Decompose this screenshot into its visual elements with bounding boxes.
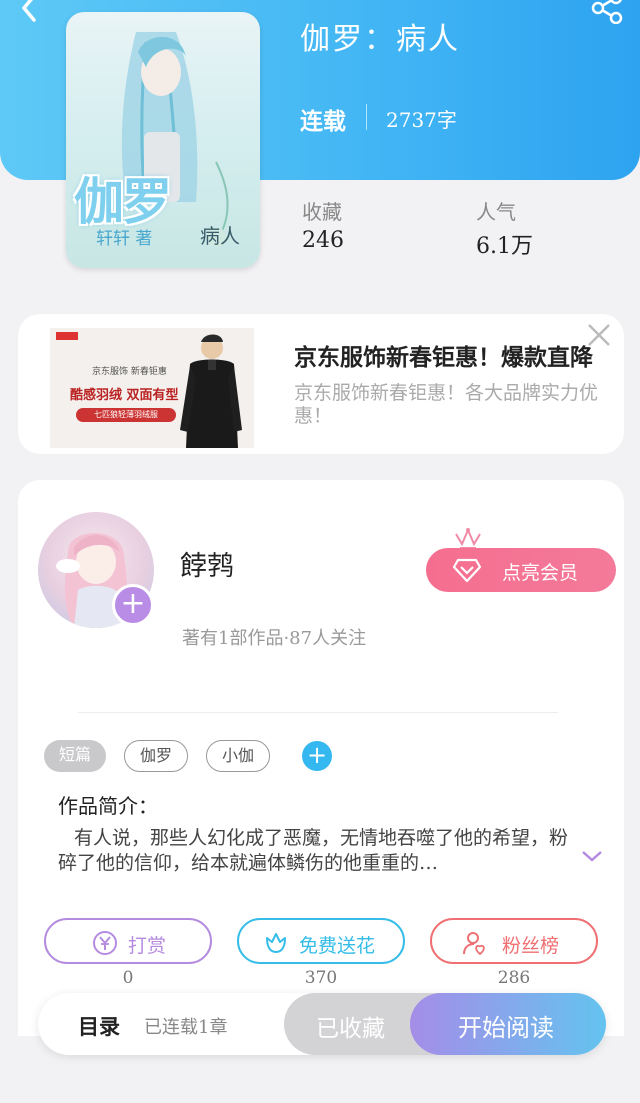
flower-icon [266, 933, 286, 953]
crown-icon [455, 527, 481, 549]
serial-status: 连载 [300, 109, 346, 135]
user-heart-icon [463, 932, 485, 956]
tag-short[interactable]: 短篇 [44, 740, 106, 772]
word-count: 2737字 [386, 108, 457, 132]
tag-xiaojia[interactable]: 小伽 [206, 740, 270, 772]
flower-count: 370 [304, 968, 338, 988]
tip-button[interactable]: 打赏 [44, 918, 212, 964]
start-reading-label: 开始阅读 [458, 1014, 554, 1042]
divider [78, 712, 558, 713]
chevron-down-icon[interactable] [580, 848, 604, 864]
ad-banner[interactable]: 京东服饰 新春钜惠 酷感羽绒 双面有型 七匹狼轻薄羽绒服 京东服饰新春钜惠！爆款… [18, 314, 624, 454]
tag-jialuo[interactable]: 伽罗 [124, 740, 188, 772]
ad-image-line-2: 酷感羽绒 双面有型 [70, 388, 179, 403]
status-divider [366, 104, 367, 130]
ad-model-figure [180, 334, 242, 448]
fan-ranking-button[interactable]: 粉丝榜 [430, 918, 598, 964]
author-card: + 餑鹁 点亮会员 著有1部作品·87人关注 短篇 伽罗 小伽 + 作品简介： … [18, 480, 624, 1060]
ad-description[interactable]: 京东服饰新春钜惠！各大品牌实力优惠！ [294, 382, 624, 428]
cover-subtitle: 病人 [200, 224, 240, 248]
tip-label: 打赏 [128, 935, 167, 957]
popularity-value: 6.1万 [476, 234, 533, 259]
favorites-value: 246 [302, 228, 344, 253]
cover-author: 轩轩 著 [96, 229, 153, 249]
fan-count: 286 [497, 968, 531, 988]
author-meta: 著有1部作品·87人关注 [182, 628, 367, 649]
collected-label: 已收藏 [316, 1016, 385, 1042]
send-flower-button[interactable]: 免费送花 [237, 918, 405, 964]
fan-ranking-label: 粉丝榜 [502, 935, 560, 957]
bottom-action-bar: 目录 已连载1章 已收藏 开始阅读 [38, 993, 606, 1055]
vip-button-label: 点亮会员 [502, 562, 579, 584]
close-icon[interactable] [584, 320, 614, 350]
yen-coin-icon [93, 931, 117, 955]
add-tag-button[interactable]: + [302, 741, 332, 771]
toc-chapter-count[interactable]: 已连载1章 [144, 1013, 227, 1039]
start-reading-button[interactable]: 开始阅读 [410, 993, 606, 1055]
send-flower-label: 免费送花 [299, 935, 376, 957]
ad-image-line-3: 七匹狼轻薄羽绒服 [76, 408, 176, 422]
chevron-left-icon[interactable] [14, 0, 44, 24]
intro-text[interactable]: 有人说，那些人幻化成了恶魔，无情地吞噬了他的希望，粉碎了他的信仰，给本就遍体鳞伤… [58, 826, 568, 876]
ad-title[interactable]: 京东服饰新春钜惠！爆款直降 [294, 338, 593, 372]
book-cover: 伽罗 轩轩 著 病人 [66, 12, 260, 268]
tip-count: 0 [122, 968, 134, 988]
diamond-icon [452, 558, 482, 583]
popularity-label: 人气 [476, 200, 516, 224]
toc-button[interactable]: 目录 [78, 1011, 120, 1041]
ad-image-line-1: 京东服饰 新春钜惠 [92, 367, 167, 377]
ad-image[interactable]: 京东服饰 新春钜惠 酷感羽绒 双面有型 七匹狼轻薄羽绒服 [50, 328, 254, 448]
share-icon[interactable] [590, 0, 624, 24]
favorites-label: 收藏 [302, 200, 342, 224]
book-title: 伽罗：病人 [300, 22, 460, 57]
follow-plus-button[interactable]: + [112, 584, 154, 626]
vip-button[interactable]: 点亮会员 [426, 548, 616, 592]
author-name[interactable]: 餑鹁 [180, 544, 234, 583]
intro-heading: 作品简介： [58, 794, 158, 818]
